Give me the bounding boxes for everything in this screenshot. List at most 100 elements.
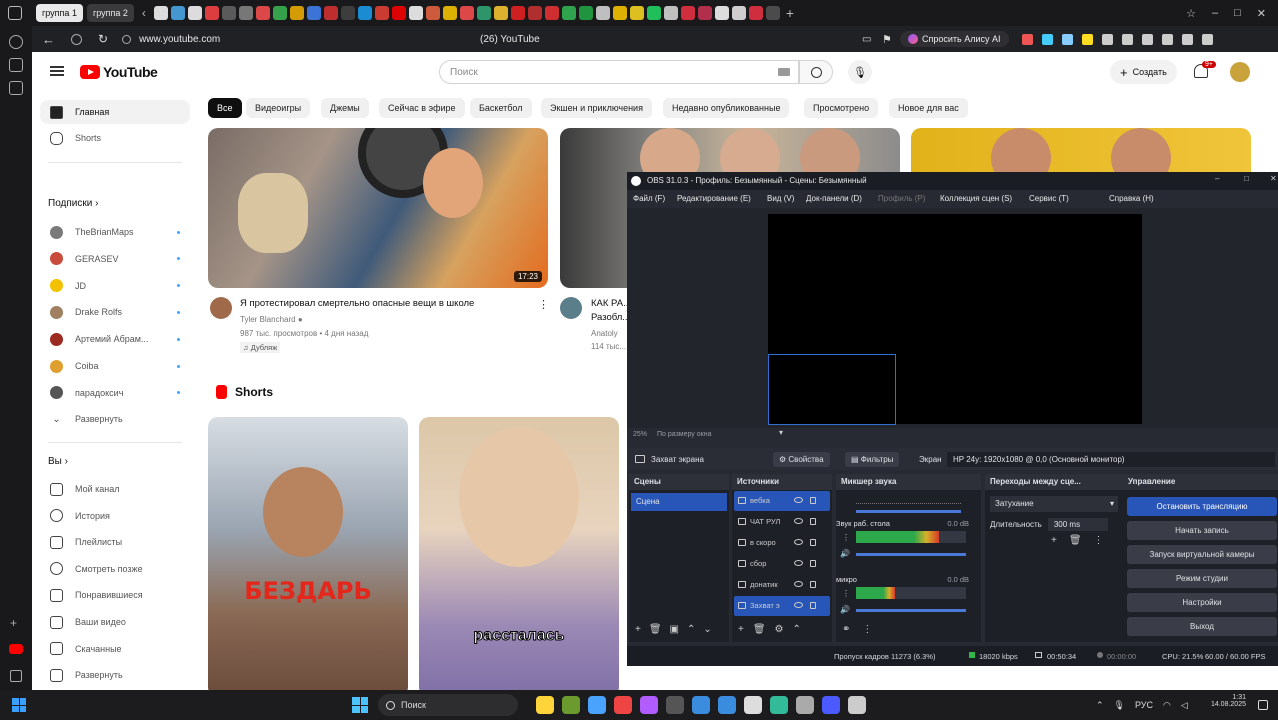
panel-settings-icon[interactable] bbox=[10, 670, 22, 682]
pinned-tab-icon[interactable] bbox=[153, 6, 168, 20]
obs-menu-item[interactable]: Справка (H) bbox=[1109, 194, 1154, 203]
taskbar-app-icon[interactable] bbox=[614, 696, 632, 714]
source-item[interactable]: в скоро bbox=[734, 533, 830, 553]
pinned-tab-icon[interactable] bbox=[595, 6, 610, 20]
obs-menu-item[interactable]: Вид (V) bbox=[767, 194, 794, 203]
reader-icon[interactable]: ▭ bbox=[862, 34, 871, 45]
source-item[interactable]: донатик bbox=[734, 575, 830, 595]
lock-icon[interactable] bbox=[810, 518, 816, 525]
taskbar-app-icon[interactable] bbox=[536, 696, 554, 714]
move-down-icon[interactable]: ⌄ bbox=[703, 624, 711, 635]
pinned-tab-icon[interactable] bbox=[187, 6, 202, 20]
pinned-tab-icon[interactable] bbox=[476, 6, 491, 20]
sidebar-item-watch-later[interactable]: Смотреть позже bbox=[40, 557, 190, 581]
language-indicator[interactable]: РУС bbox=[1135, 700, 1153, 710]
channel-avatar[interactable] bbox=[560, 297, 582, 319]
volume-slider[interactable] bbox=[856, 510, 961, 513]
eye-icon[interactable] bbox=[794, 518, 803, 524]
extension-icon[interactable] bbox=[1042, 33, 1053, 45]
sidebar-item-chevron-down[interactable]: Развернуть bbox=[40, 663, 190, 687]
subscriptions-header[interactable]: Подписки › bbox=[48, 198, 98, 209]
transition-select[interactable]: Затухание ▾ bbox=[990, 496, 1118, 512]
subscription-item[interactable]: Coiba bbox=[40, 354, 190, 378]
obs-menu-item[interactable]: Профиль (P) bbox=[878, 194, 925, 203]
start-icon[interactable] bbox=[352, 697, 368, 713]
obs-maximize-icon[interactable]: □ bbox=[1244, 174, 1249, 183]
filter-chip[interactable]: Джемы bbox=[321, 98, 369, 118]
youtube-panel-icon[interactable] bbox=[9, 644, 23, 654]
control-button[interactable]: Настройки bbox=[1127, 593, 1277, 612]
pinned-tab-icon[interactable] bbox=[272, 6, 287, 20]
channel-menu-icon[interactable]: ⋮ bbox=[842, 589, 850, 598]
volume-icon[interactable]: ◁ bbox=[1181, 700, 1188, 711]
pinned-tab-icon[interactable] bbox=[374, 6, 389, 20]
filter-chip[interactable]: Сейчас в эфире bbox=[379, 98, 465, 118]
taskbar-app-icon[interactable] bbox=[770, 696, 788, 714]
source-settings-icon[interactable]: ⚙ bbox=[775, 624, 784, 635]
new-tab-icon[interactable]: + bbox=[786, 5, 794, 21]
pinned-tab-icon[interactable] bbox=[323, 6, 338, 20]
pinned-tab-icon[interactable] bbox=[408, 6, 423, 20]
taskbar-search[interactable]: Поиск bbox=[378, 694, 518, 716]
pinned-tab-icon[interactable] bbox=[255, 6, 270, 20]
obs-close-icon[interactable]: ✕ bbox=[1270, 174, 1277, 183]
filter-chip[interactable]: Недавно опубликованные bbox=[663, 98, 790, 118]
eye-icon[interactable] bbox=[794, 581, 803, 587]
create-button[interactable]: + Создать bbox=[1110, 60, 1177, 84]
taskbar-app-icon[interactable] bbox=[744, 696, 762, 714]
pinned-tab-icon[interactable] bbox=[204, 6, 219, 20]
control-button[interactable]: Начать запись bbox=[1127, 521, 1277, 540]
hamburger-menu-icon[interactable] bbox=[50, 66, 64, 76]
maximize-icon[interactable]: □ bbox=[1234, 7, 1241, 20]
control-button[interactable]: Запуск виртуальной камеры bbox=[1127, 545, 1277, 564]
youtube-logo[interactable]: YouTube bbox=[80, 64, 158, 80]
video-thumbnail[interactable]: 17:23 bbox=[208, 128, 548, 288]
move-up-icon[interactable]: ⌃ bbox=[793, 624, 801, 635]
close-icon[interactable]: ✕ bbox=[1257, 7, 1266, 20]
site-info-icon[interactable] bbox=[122, 34, 132, 44]
pinned-tab-icon[interactable] bbox=[646, 6, 661, 20]
obs-menu-item[interactable]: Сервис (T) bbox=[1029, 194, 1069, 203]
bookmarks-icon[interactable]: ☆ bbox=[1186, 7, 1196, 20]
short-thumbnail[interactable]: БЕЗДАРЬ bbox=[208, 417, 408, 690]
control-button[interactable]: Остановить трансляцию bbox=[1127, 497, 1277, 516]
add-panel-icon[interactable]: + bbox=[10, 616, 17, 630]
pinned-tab-icon[interactable] bbox=[442, 6, 457, 20]
protect-icon[interactable] bbox=[71, 33, 82, 45]
bookmark-icon[interactable]: ⚑ bbox=[882, 33, 892, 46]
sidebar-item-channel[interactable]: Мой канал bbox=[40, 477, 190, 501]
pinned-tab-icon[interactable] bbox=[544, 6, 559, 20]
obs-menu-item[interactable]: Редактирование (E) bbox=[677, 194, 751, 203]
source-item[interactable]: Захват э bbox=[734, 596, 830, 616]
video-channel[interactable]: Anatoly bbox=[591, 329, 618, 338]
pinned-tab-icon[interactable] bbox=[391, 6, 406, 20]
control-button[interactable]: Режим студии bbox=[1127, 569, 1277, 588]
lock-icon[interactable] bbox=[810, 560, 816, 567]
extension-icon[interactable] bbox=[1162, 33, 1173, 45]
sidebar-item-home[interactable]: Главная bbox=[40, 100, 190, 124]
collections-icon[interactable] bbox=[9, 58, 23, 72]
mixer-menu-icon[interactable]: ⋮ bbox=[862, 624, 872, 635]
pinned-tab-icon[interactable] bbox=[714, 6, 729, 20]
obs-menu-item[interactable]: Файл (F) bbox=[633, 194, 665, 203]
transition-menu-icon[interactable]: ⋮ bbox=[1094, 535, 1104, 546]
eye-icon[interactable] bbox=[794, 560, 803, 566]
fit-mode[interactable]: По размеру окна bbox=[657, 431, 711, 438]
sidebar-item-downloads[interactable]: Скачанные bbox=[40, 637, 190, 661]
keyboard-icon[interactable] bbox=[778, 68, 790, 76]
sidebar-item-your-videos[interactable]: Ваши видео bbox=[40, 610, 190, 634]
filter-chip[interactable]: Просмотрено bbox=[804, 98, 879, 118]
lock-icon[interactable] bbox=[810, 581, 816, 588]
search-button[interactable] bbox=[799, 60, 833, 84]
scene-item[interactable]: Сцена bbox=[631, 493, 727, 511]
pinned-tab-icon[interactable] bbox=[170, 6, 185, 20]
speaker-icon[interactable]: 🔊 bbox=[840, 549, 850, 558]
pinned-tab-icon[interactable] bbox=[459, 6, 474, 20]
filter-chip[interactable]: Все bbox=[208, 98, 242, 118]
video-menu-icon[interactable]: ⋮ bbox=[538, 298, 549, 311]
taskbar-app-icon[interactable] bbox=[588, 696, 606, 714]
avatar[interactable] bbox=[1230, 62, 1250, 82]
lock-icon[interactable] bbox=[810, 539, 816, 546]
history-icon[interactable] bbox=[9, 35, 23, 49]
pinned-tab-icon[interactable] bbox=[663, 6, 678, 20]
